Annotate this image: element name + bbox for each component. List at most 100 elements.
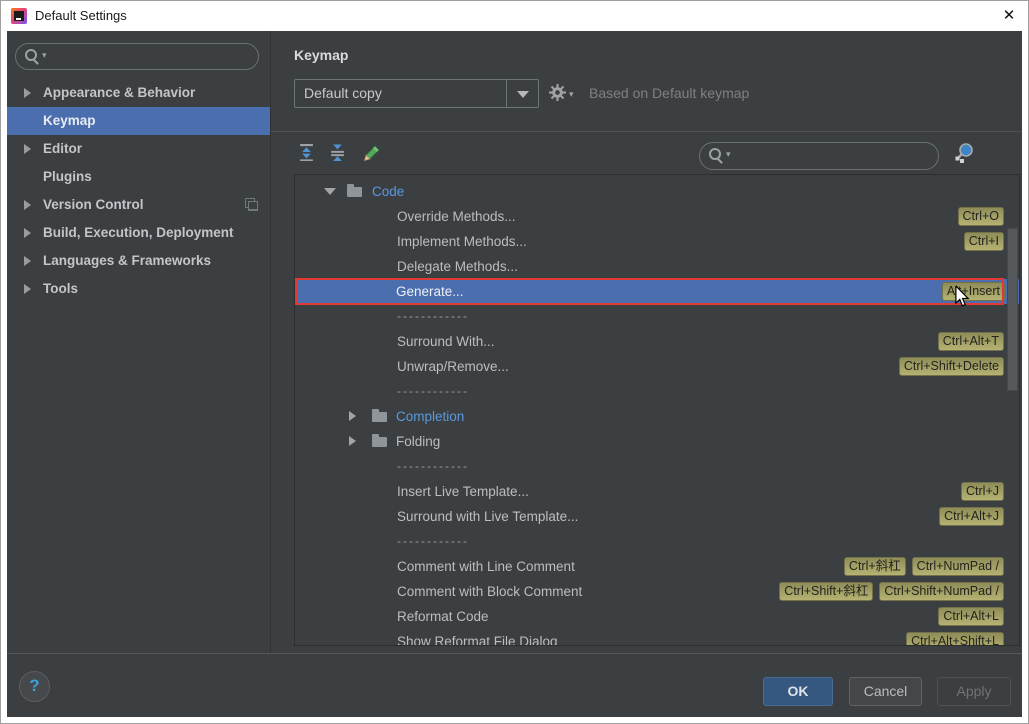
page-title: Keymap [294,47,348,63]
ok-button[interactable]: OK [763,677,833,706]
sidebar-item-languages-frameworks[interactable]: Languages & Frameworks [7,247,270,275]
tree-row-implement-methods[interactable]: Implement Methods...Ctrl+I [296,229,1018,254]
shortcut-badges: Ctrl+Alt+T [938,332,1004,351]
header-separator [271,131,1022,132]
tree-row-generate[interactable]: Generate...Alt+Insert [295,279,1019,304]
chevron-down-icon[interactable]: ▾ [726,149,731,160]
find-by-shortcut-icon [952,141,976,165]
chevron-down-icon[interactable] [324,188,336,195]
find-by-shortcut-button[interactable] [952,141,976,165]
tree-row-surround-with-live-template[interactable]: Surround with Live Template... Ctrl+Alt+J [296,504,1018,529]
sidebar-item-plugins[interactable]: Plugins [7,163,270,191]
action-label: Reformat Code [397,604,489,629]
action-label: Surround with Live Template... [397,504,578,529]
collapse-all-icon [329,144,346,161]
dialog-content: ▾ Appearance & BehaviorKeymapEditorPlugi… [7,31,1022,717]
tree-row-completion[interactable]: Completion [296,404,1018,429]
tree-row-unwrap-remove[interactable]: Unwrap/Remove... Ctrl+Shift+Delete [296,354,1018,379]
sidebar-item-label: Tools [43,275,78,303]
sidebar-item-label: Build, Execution, Deployment [43,219,234,247]
keymap-select[interactable]: Default copy [294,79,539,108]
sidebar-item-appearance-behavior[interactable]: Appearance & Behavior [7,79,270,107]
edit-shortcut-button[interactable] [360,144,380,164]
keymap-tree: CodeOverride Methods...Ctrl+OImplement M… [294,174,1020,646]
expand-all-button[interactable] [298,144,318,164]
sidebar-item-label: Version Control [43,191,144,219]
shortcut-badges: Ctrl+J [961,482,1004,501]
sidebar-item-version-control[interactable]: Version Control [7,191,270,219]
title-bar[interactable]: Default Settings ✕ [1,1,1028,31]
shortcut-search-input[interactable]: ▾ [699,142,939,170]
tree-scrollbar[interactable] [1007,228,1018,391]
tree-row-: ------------ [296,379,1018,404]
chevron-down-icon[interactable] [506,80,538,107]
chevron-down-icon: ▾ [569,89,574,100]
chevron-right-icon[interactable] [349,436,356,446]
sidebar-item-label: Editor [43,135,82,163]
tree-row-comment-with-block-comment[interactable]: Comment with Block CommentCtrl+Shift+斜杠C… [296,579,1018,604]
folder-label: Folding [396,429,440,454]
chevron-right-icon[interactable] [24,228,31,238]
mouse-cursor-icon [953,286,971,316]
settings-search-input[interactable]: ▾ [15,43,259,70]
separator-dashes: ------------ [397,379,469,404]
settings-sidebar: ▾ Appearance & BehaviorKeymapEditorPlugi… [7,31,271,653]
shortcut-badge: Ctrl+Shift+NumPad / [879,582,1004,601]
sidebar-item-tools[interactable]: Tools [7,275,270,303]
tree-row-folding[interactable]: Folding [296,429,1018,454]
sidebar-item-build-execution-deployment[interactable]: Build, Execution, Deployment [7,219,270,247]
tree-row-show-reformat-file-dialog[interactable]: Show Reformat File Dialog Ctrl+Alt+Shift+… [296,629,1018,646]
shortcut-badge: Ctrl+NumPad / [912,557,1004,576]
sidebar-item-keymap[interactable]: Keymap [7,107,270,135]
tree-row-surround-with[interactable]: Surround With...Ctrl+Alt+T [296,329,1018,354]
shortcut-badges: Ctrl+Alt+L [938,607,1004,626]
close-icon[interactable]: ✕ [999,6,1019,26]
sidebar-item-editor[interactable]: Editor [7,135,270,163]
shortcut-badges: Alt+Insert [942,282,1005,301]
tree-row-comment-with-line-comment[interactable]: Comment with Line Comment Ctrl+斜杠 Ctrl+Num… [296,554,1018,579]
chevron-right-icon[interactable] [349,411,356,421]
keymap-panel: Keymap Default copy ▾ Ba [271,31,1022,653]
default-settings-dialog: Default Settings ✕ ▾ Appearance & Behavi… [0,0,1029,724]
shortcut-badge: Ctrl+斜杠 [844,557,906,576]
action-label: Insert Live Template... [397,479,529,504]
tree-row-delegate-methods[interactable]: Delegate Methods... [296,254,1018,279]
action-label: Show Reformat File Dialog [397,629,558,646]
shortcut-badges: Ctrl+斜杠 Ctrl+NumPad / [844,557,1004,576]
shortcut-badge: Ctrl+Alt+T [938,332,1004,351]
shortcut-badge: Ctrl+Alt+Shift+L [906,632,1004,646]
shortcut-badge: Ctrl+Alt+J [939,507,1004,526]
tree-row-override-methods[interactable]: Override Methods...Ctrl+O [296,204,1018,229]
search-icon [709,148,721,160]
folder-label: Completion [396,404,464,429]
separator-dashes: ------------ [397,454,469,479]
tree-row-: ------------ [296,304,1018,329]
shortcut-badge: Ctrl+Alt+L [938,607,1004,626]
chevron-right-icon[interactable] [24,144,31,154]
action-label: Comment with Line Comment [397,554,575,579]
sidebar-item-label: Keymap [43,107,96,135]
tree-row-reformat-code[interactable]: Reformat Code Ctrl+Alt+L [296,604,1018,629]
chevron-down-icon[interactable]: ▾ [42,50,47,61]
shortcut-badge: Alt+Insert [942,282,1005,301]
keymap-actions-button[interactable]: ▾ [549,84,579,104]
action-label: Unwrap/Remove... [397,354,509,379]
tree-row-code[interactable]: Code [296,179,1018,204]
cancel-button[interactable]: Cancel [849,677,922,706]
chevron-right-icon[interactable] [24,284,31,294]
shortcut-badge: Ctrl+Shift+Delete [899,357,1004,376]
sidebar-item-label: Appearance & Behavior [43,79,195,107]
chevron-right-icon[interactable] [24,200,31,210]
tree-row-: ------------ [296,529,1018,554]
collapse-all-button[interactable] [329,144,349,164]
chevron-right-icon[interactable] [24,256,31,266]
folder-icon [347,187,362,197]
shared-settings-icon [245,198,259,212]
folder-label: Code [372,179,404,204]
help-button[interactable]: ? [19,671,50,702]
tree-row-insert-live-template[interactable]: Insert Live Template... Ctrl+J [296,479,1018,504]
action-label: Override Methods... [397,204,516,229]
shortcut-badges: Ctrl+Alt+J [939,507,1004,526]
chevron-right-icon[interactable] [24,88,31,98]
apply-button[interactable]: Apply [937,677,1011,706]
